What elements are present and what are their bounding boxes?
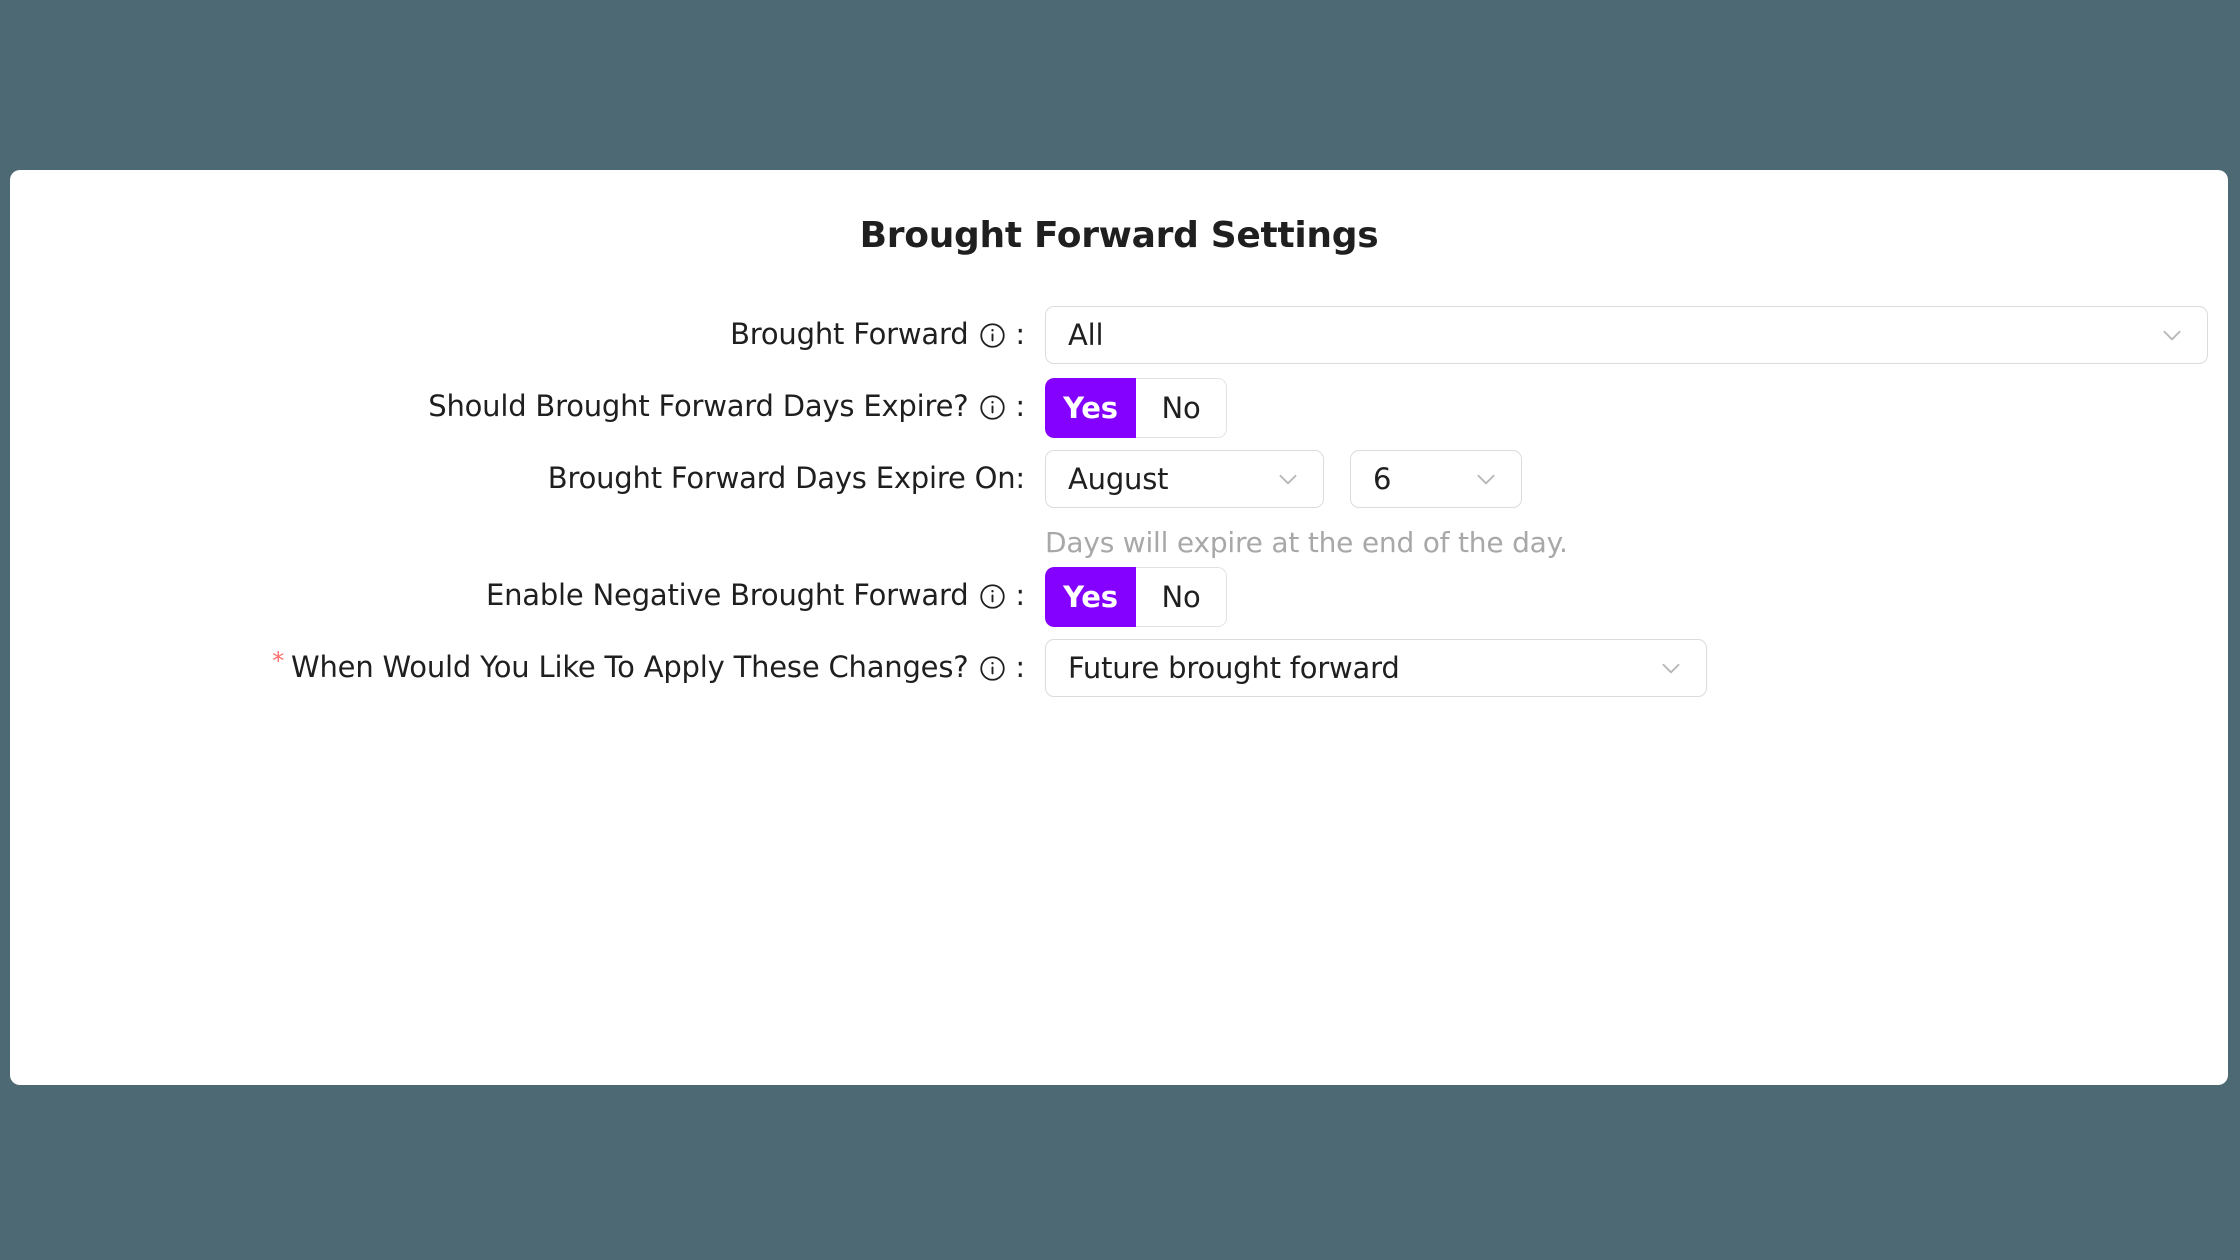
- expire-on-date-selects: August 6: [1045, 450, 2228, 508]
- control-apply-changes: Future brought forward: [1025, 631, 2228, 697]
- label-text-should-expire: Should Brought Forward Days Expire?: [428, 389, 969, 423]
- enable-negative-toggle-no[interactable]: No: [1136, 567, 1227, 627]
- expire-day-select[interactable]: 6: [1350, 450, 1522, 508]
- control-expire-on: August 6 Days will expire at the end of …: [1025, 442, 2228, 559]
- should-expire-toggle: Yes No: [1045, 378, 1227, 438]
- label-colon: :: [1015, 317, 1025, 351]
- apply-changes-select-value: Future brought forward: [1068, 651, 1400, 685]
- label-text-expire-on: Brought Forward Days Expire On: [547, 461, 1016, 495]
- chevron-down-icon: [1658, 655, 1684, 681]
- label-text-enable-negative: Enable Negative Brought Forward: [485, 578, 969, 612]
- control-enable-negative: Yes No: [1025, 559, 2228, 627]
- label-text-apply-changes: When Would You Like To Apply These Chang…: [291, 650, 969, 684]
- label-enable-negative: Enable Negative Brought Forward :: [10, 559, 1025, 631]
- form-row-brought-forward: Brought Forward : All: [10, 298, 2228, 370]
- expire-month-select[interactable]: August: [1045, 450, 1324, 508]
- should-expire-toggle-yes[interactable]: Yes: [1045, 378, 1136, 438]
- brought-forward-settings-form: Brought Forward : All Should Brought For…: [10, 298, 2228, 703]
- label-colon: :: [1015, 650, 1025, 684]
- form-row-apply-changes: * When Would You Like To Apply These Cha…: [10, 631, 2228, 703]
- brought-forward-select-value: All: [1068, 318, 1104, 352]
- label-colon: :: [1015, 389, 1025, 423]
- form-row-should-expire: Should Brought Forward Days Expire? : Ye…: [10, 370, 2228, 442]
- enable-negative-toggle: Yes No: [1045, 567, 1227, 627]
- form-row-enable-negative: Enable Negative Brought Forward : Yes No: [10, 559, 2228, 631]
- enable-negative-toggle-yes[interactable]: Yes: [1045, 567, 1136, 627]
- label-apply-changes: * When Would You Like To Apply These Cha…: [10, 631, 1025, 703]
- page-title: Brought Forward Settings: [859, 215, 1379, 256]
- required-asterisk: *: [272, 647, 285, 675]
- label-expire-on: Brought Forward Days Expire On :: [10, 442, 1025, 514]
- chevron-down-icon: [1275, 466, 1301, 492]
- info-circle-icon[interactable]: [979, 394, 1006, 421]
- info-circle-icon[interactable]: [979, 322, 1006, 349]
- expire-month-value: August: [1068, 462, 1169, 496]
- label-text-brought-forward: Brought Forward: [730, 317, 969, 351]
- control-brought-forward: All: [1025, 298, 2228, 364]
- chevron-down-icon: [2159, 322, 2185, 348]
- expire-day-value: 6: [1373, 462, 1392, 496]
- brought-forward-select[interactable]: All: [1045, 306, 2208, 364]
- apply-changes-select[interactable]: Future brought forward: [1045, 639, 1707, 697]
- should-expire-toggle-no[interactable]: No: [1136, 378, 1227, 438]
- info-circle-icon[interactable]: [979, 583, 1006, 610]
- label-brought-forward: Brought Forward :: [10, 298, 1025, 370]
- label-should-expire: Should Brought Forward Days Expire? :: [10, 370, 1025, 442]
- label-colon: :: [1015, 578, 1025, 612]
- expire-on-helper-text: Days will expire at the end of the day.: [1045, 526, 1568, 559]
- chevron-down-icon: [1473, 466, 1499, 492]
- form-row-expire-on: Brought Forward Days Expire On : August: [10, 442, 2228, 559]
- settings-card: Brought Forward Settings Brought Forward…: [10, 170, 2228, 1085]
- label-colon: :: [1015, 461, 1025, 495]
- info-circle-icon[interactable]: [979, 655, 1006, 682]
- control-should-expire: Yes No: [1025, 370, 2228, 438]
